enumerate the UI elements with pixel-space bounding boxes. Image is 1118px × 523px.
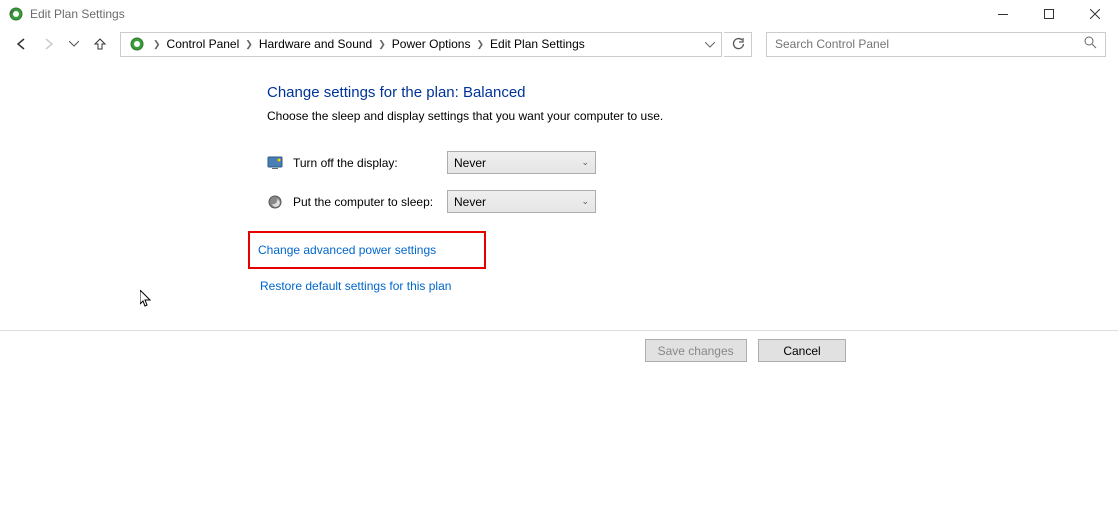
search-bar[interactable] bbox=[766, 32, 1106, 57]
breadcrumb-item[interactable]: Hardware and Sound bbox=[257, 37, 374, 51]
chevron-right-icon: ❯ bbox=[476, 39, 484, 50]
power-plan-icon bbox=[129, 36, 145, 52]
page-heading: Change settings for the plan: Balanced bbox=[267, 84, 1118, 101]
recent-dropdown[interactable] bbox=[62, 32, 86, 56]
display-select[interactable]: Never ⌄ bbox=[447, 151, 596, 174]
search-icon[interactable] bbox=[1084, 36, 1097, 52]
chevron-right-icon: ❯ bbox=[153, 39, 161, 50]
chevron-down-icon: ⌄ bbox=[581, 157, 589, 168]
cancel-button[interactable]: Cancel bbox=[758, 339, 846, 362]
save-button[interactable]: Save changes bbox=[645, 339, 747, 362]
breadcrumb-item[interactable]: Edit Plan Settings bbox=[488, 37, 587, 51]
up-button[interactable] bbox=[88, 32, 112, 56]
close-button[interactable] bbox=[1072, 0, 1118, 28]
back-button[interactable] bbox=[10, 32, 34, 56]
display-icon bbox=[267, 155, 283, 171]
sleep-value: Never bbox=[454, 195, 486, 209]
display-value: Never bbox=[454, 156, 486, 170]
sleep-icon bbox=[267, 194, 283, 210]
maximize-button[interactable] bbox=[1026, 0, 1072, 28]
chevron-right-icon: ❯ bbox=[378, 39, 386, 50]
search-input[interactable] bbox=[775, 37, 1084, 51]
forward-button[interactable] bbox=[36, 32, 60, 56]
chevron-right-icon: ❯ bbox=[245, 39, 253, 50]
app-icon bbox=[8, 6, 24, 22]
advanced-settings-link[interactable]: Change advanced power settings bbox=[248, 231, 486, 269]
breadcrumb[interactable]: ❯ Control Panel ❯ Hardware and Sound ❯ P… bbox=[120, 32, 722, 57]
breadcrumb-item[interactable]: Power Options bbox=[390, 37, 473, 51]
breadcrumb-item[interactable]: Control Panel bbox=[165, 37, 242, 51]
page-subtext: Choose the sleep and display settings th… bbox=[267, 109, 1118, 123]
refresh-button[interactable] bbox=[724, 32, 752, 57]
chevron-down-icon: ⌄ bbox=[581, 196, 589, 207]
sleep-label: Put the computer to sleep: bbox=[293, 195, 447, 209]
sleep-select[interactable]: Never ⌄ bbox=[447, 190, 596, 213]
minimize-button[interactable] bbox=[980, 0, 1026, 28]
window-title: Edit Plan Settings bbox=[30, 7, 980, 21]
restore-defaults-link[interactable]: Restore default settings for this plan bbox=[248, 273, 459, 299]
display-label: Turn off the display: bbox=[293, 156, 447, 170]
chevron-down-icon[interactable] bbox=[705, 37, 715, 51]
